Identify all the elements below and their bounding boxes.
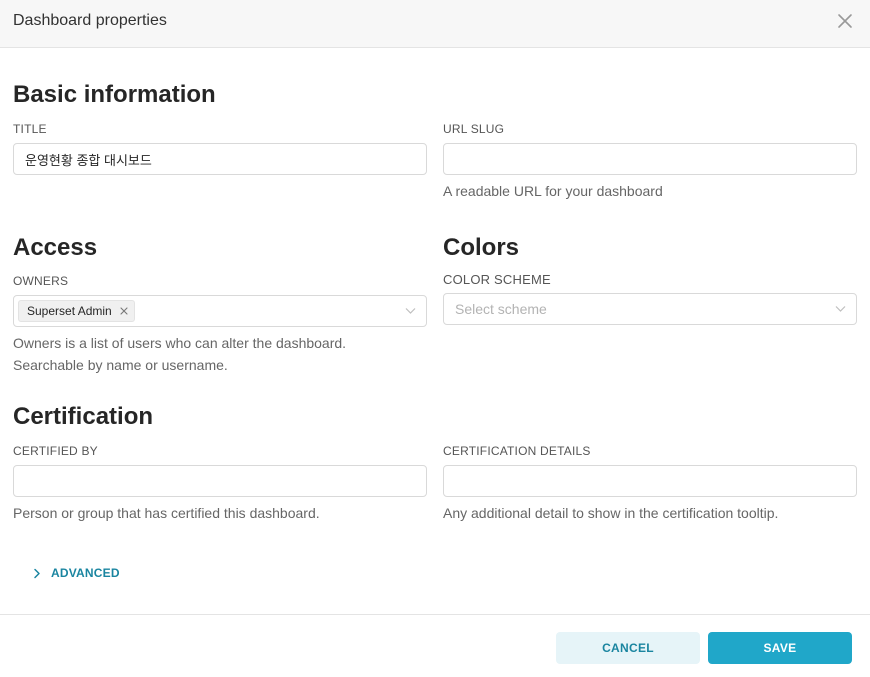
section-title-basic-information: Basic information xyxy=(13,81,216,108)
modal-title: Dashboard properties xyxy=(13,12,167,29)
title-label: TITLE xyxy=(13,122,47,136)
color-scheme-select[interactable]: Select scheme xyxy=(443,293,857,325)
chevron-down-icon[interactable] xyxy=(835,305,846,313)
section-title-colors: Colors xyxy=(443,234,520,261)
owner-tag: Superset Admin xyxy=(18,300,135,322)
url-slug-label: URL SLUG xyxy=(443,122,505,136)
section-title-certification: Certification xyxy=(13,403,154,430)
url-slug-helper-text: A readable URL for your dashboard xyxy=(443,183,663,199)
color-scheme-label: COLOR SCHEME xyxy=(443,272,551,287)
cancel-button[interactable]: CANCEL xyxy=(556,632,700,664)
certified-by-input[interactable] xyxy=(13,465,427,497)
close-icon[interactable] xyxy=(836,12,854,30)
owners-select[interactable]: Superset Admin xyxy=(13,295,427,327)
owner-tag-label: Superset Admin xyxy=(27,304,112,318)
certification-details-helper-text: Any additional detail to show in the cer… xyxy=(443,505,779,521)
chevron-down-icon[interactable] xyxy=(405,307,416,315)
owners-label: OWNERS xyxy=(13,274,69,288)
color-scheme-placeholder: Select scheme xyxy=(455,301,547,317)
modal-header: Dashboard properties xyxy=(0,0,870,48)
footer-divider xyxy=(0,614,870,615)
dashboard-properties-modal: Dashboard properties Basic information T… xyxy=(0,0,870,677)
save-button[interactable]: SAVE xyxy=(708,632,852,664)
certification-details-input[interactable] xyxy=(443,465,857,497)
advanced-label: ADVANCED xyxy=(51,566,120,580)
chevron-right-icon xyxy=(34,568,40,579)
owners-helper-line-1: Owners is a list of users who can alter … xyxy=(13,335,347,351)
section-title-access: Access xyxy=(13,234,98,261)
url-slug-input[interactable] xyxy=(443,143,857,175)
certified-by-label: CERTIFIED BY xyxy=(13,444,98,458)
title-input[interactable] xyxy=(13,143,427,175)
tag-close-icon[interactable] xyxy=(120,307,128,315)
certified-by-helper-text: Person or group that has certified this … xyxy=(13,505,320,521)
certification-details-label: CERTIFICATION DETAILS xyxy=(443,444,591,458)
owners-helper-line-2: Searchable by name or username. xyxy=(13,357,228,373)
